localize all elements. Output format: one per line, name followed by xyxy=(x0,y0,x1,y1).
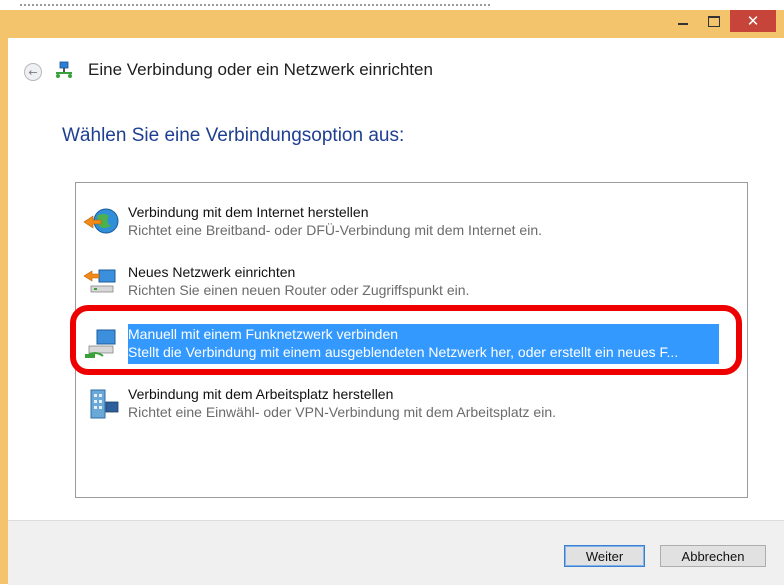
next-button[interactable]: Weiter xyxy=(564,545,645,567)
minimize-icon xyxy=(678,23,688,25)
option-title: Verbindung mit dem Internet herstellen xyxy=(128,204,369,220)
close-button[interactable]: ✕ xyxy=(730,10,776,32)
navigation-bar: ← Eine Verbindung oder ein Netzwerk einr… xyxy=(8,38,784,102)
option-new-network[interactable]: Neues Netzwerk einrichten Richten Sie ei… xyxy=(76,258,747,304)
maximize-button[interactable] xyxy=(699,10,729,32)
dialog-footer: Weiter Abbrechen xyxy=(8,520,784,585)
page-heading: Wählen Sie eine Verbindungsoption aus: xyxy=(62,125,405,146)
background-window-strip xyxy=(0,0,784,10)
option-internet[interactable]: Verbindung mit dem Internet herstellen R… xyxy=(76,198,747,244)
workplace-vpn-icon xyxy=(90,389,119,419)
option-title: Neues Netzwerk einrichten xyxy=(128,264,296,280)
minimize-button[interactable] xyxy=(668,10,698,32)
globe-network-icon xyxy=(83,208,119,234)
title-bar[interactable]: ✕ xyxy=(0,10,784,38)
maximize-icon xyxy=(708,15,720,27)
window-frame: ✕ ← Eine Verbindung oder ein Netzwerk ei… xyxy=(0,0,784,585)
option-description: Richten Sie einen neuen Router oder Zugr… xyxy=(128,282,470,298)
highlight-annotation-ring xyxy=(70,305,742,375)
dialog-title: Eine Verbindung oder ein Netzwerk einric… xyxy=(88,60,433,79)
option-workplace[interactable]: Verbindung mit dem Arbeitsplatz herstell… xyxy=(76,380,747,426)
dialog-client: ← Eine Verbindung oder ein Netzwerk einr… xyxy=(8,38,784,585)
network-setup-icon xyxy=(56,61,72,78)
option-description: Richtet eine Breitband- oder DFÜ-Verbind… xyxy=(128,222,542,238)
cancel-button[interactable]: Abbrechen xyxy=(660,545,766,567)
option-description: Richtet eine Einwähl- oder VPN-Verbindun… xyxy=(128,404,556,420)
option-title: Verbindung mit dem Arbeitsplatz herstell… xyxy=(128,386,394,402)
back-arrow-icon: ← xyxy=(28,65,38,79)
close-icon: ✕ xyxy=(746,12,760,30)
router-icon xyxy=(83,269,116,293)
back-button[interactable]: ← xyxy=(24,63,42,81)
